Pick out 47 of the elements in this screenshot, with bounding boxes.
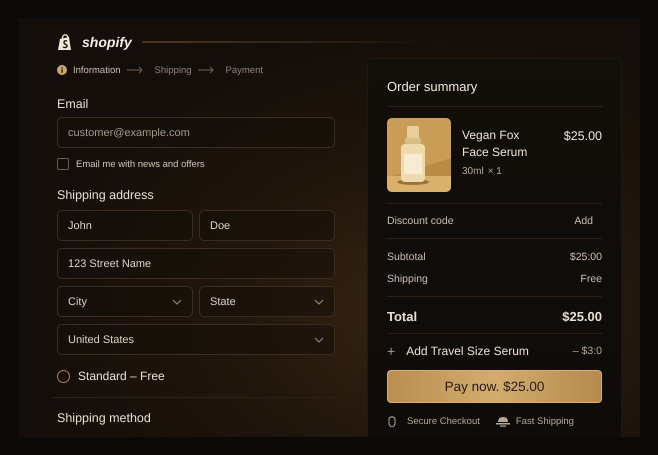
product-quantity: × 1 [488,166,502,177]
section-label: Email [57,97,90,111]
select-value: City [68,296,87,308]
brand-name: shopify [82,34,132,50]
product-price: $25.00 [564,128,602,145]
breadcrumb-step[interactable]: Information [73,64,121,76]
text-field[interactable]: 123 Street Name [57,248,335,279]
summary-label: Subtotal [387,251,426,263]
section-label: Shipping address [57,188,155,202]
select-field[interactable]: City [57,286,193,317]
section-label: Shipping method [57,411,152,425]
select-field[interactable]: State [199,286,335,317]
select-field[interactable]: United States [57,324,335,355]
plus-icon[interactable]: + [387,345,396,357]
chevron-down-icon [314,336,324,342]
breadcrumb-step[interactable]: Shipping [154,64,192,76]
pay-now-button[interactable]: Pay now. $25.00 [387,370,602,403]
arrow-icon [126,66,143,74]
summary-value: Free [580,273,602,285]
product-name: Vegan Fox Face Serum [462,127,528,161]
upsell-label: Add Travel Size Serum [406,344,529,358]
total-label: Total [387,309,418,324]
checkbox-label: Email me with news and offers [76,158,205,170]
select-value: United States [68,334,134,346]
email-field[interactable]: customer@example.com [57,117,335,148]
text-field[interactable]: Doe [199,210,335,241]
arrow-icon [198,66,214,74]
select-value: State [210,296,236,308]
add-discount-link[interactable]: Add [574,215,593,227]
summary-title: Order summary [387,79,478,94]
radio-label: Standard – Free [78,369,165,383]
discount-label: Discount code [387,215,454,227]
total-value: $25.00 [562,309,602,324]
badge-label: Fast Shipping [516,416,574,426]
chevron-down-icon [172,298,182,304]
radio-button[interactable] [57,370,70,382]
checkbox[interactable] [57,158,69,170]
summary-value: $25:00 [570,251,602,263]
breadcrumb-step[interactable]: Payment [226,64,264,76]
text-field[interactable]: John [57,210,193,241]
upsell-price: – $3:0 [572,345,602,357]
shopping-bag-logo-icon [57,34,72,50]
bell-icon [496,415,510,427]
summary-label: Shipping [387,273,428,285]
badge-label: Secure Checkout [407,416,480,426]
product-variant: 30ml [462,166,484,177]
chevron-down-icon [314,298,324,304]
